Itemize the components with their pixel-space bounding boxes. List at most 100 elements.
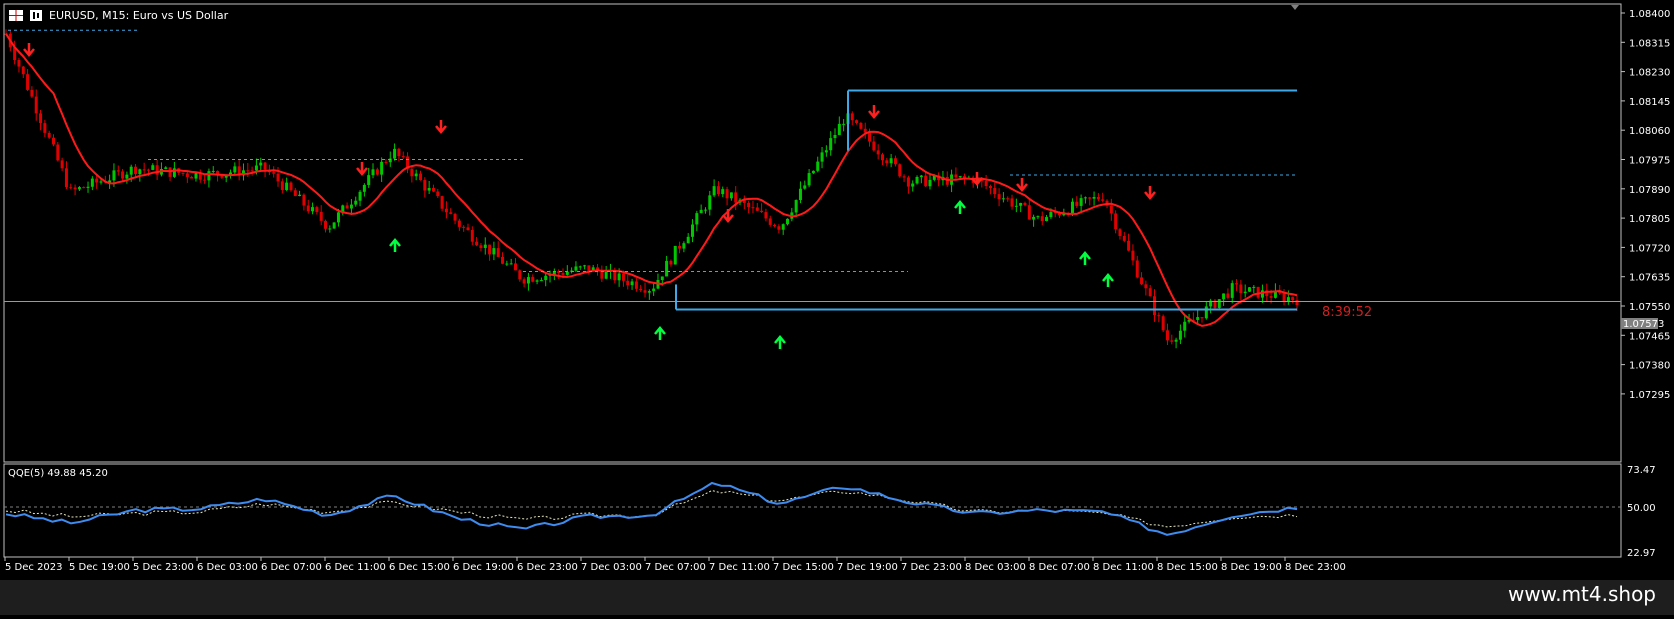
candle-body: [699, 209, 703, 214]
candle-body: [626, 280, 630, 286]
candle-body: [984, 180, 988, 187]
candle-body: [1096, 196, 1100, 200]
candle-body: [919, 175, 923, 178]
price-label: 1.07805: [1629, 214, 1670, 225]
candle-body: [203, 179, 207, 181]
candle-body: [708, 195, 712, 210]
candle-body: [440, 196, 444, 209]
candle-body: [95, 178, 99, 183]
candle-body: [820, 152, 824, 162]
price-label: 1.08400: [1629, 9, 1670, 20]
candle-body: [842, 123, 846, 125]
candle-body: [496, 248, 500, 257]
candle-body: [112, 170, 116, 181]
candle-body: [1183, 321, 1187, 331]
candle-body: [855, 120, 859, 123]
time-label: 8 Dec 03:00: [965, 562, 1026, 573]
candle-body: [285, 182, 289, 190]
candle-body: [634, 281, 638, 289]
candle-body: [682, 243, 686, 249]
candle-body: [513, 263, 517, 271]
candle-body: [531, 277, 535, 282]
time-label: 5 Dec 19:00: [69, 562, 130, 573]
candle-body: [466, 227, 470, 230]
candle-body: [1092, 196, 1096, 199]
candle-body: [1127, 240, 1131, 251]
time-label: 8 Dec 19:00: [1221, 562, 1282, 573]
candle-body: [1079, 198, 1083, 206]
candle-body: [1006, 198, 1010, 200]
chart-canvas[interactable]: 1.08400 1.08315 1.08230 1.08145 1.08060 1.079…: [0, 0, 1674, 615]
candle-body: [1070, 201, 1074, 215]
candle-body: [1045, 217, 1049, 222]
candle-body: [410, 168, 414, 177]
candle-body: [121, 171, 125, 179]
candle-body: [691, 224, 695, 237]
candle-body: [254, 165, 258, 171]
candle-body: [1157, 315, 1161, 317]
candle-body: [798, 188, 802, 201]
time-label: 7 Dec 19:00: [837, 562, 898, 573]
candle-body: [475, 241, 479, 246]
candle-body: [211, 170, 215, 172]
candle-body: [414, 173, 418, 177]
candle-body: [751, 207, 755, 209]
candle-body: [375, 169, 379, 175]
candle-body: [811, 170, 815, 174]
chart-type-icon[interactable]: [30, 10, 42, 21]
candle-body: [349, 204, 353, 209]
chart-grid-icon[interactable]: [9, 10, 23, 21]
candle-body: [803, 185, 807, 189]
candle-body: [17, 59, 21, 67]
candle-body: [1170, 340, 1174, 342]
candle-body: [483, 244, 487, 248]
candle-body: [129, 166, 133, 175]
candle-body: [26, 74, 30, 90]
chart-title: EURUSD, M15: Euro vs US Dollar: [49, 9, 229, 22]
candle-body: [280, 181, 284, 190]
price-label: 1.08315: [1629, 38, 1670, 49]
candle-body: [319, 211, 323, 221]
price-label: 1.07550: [1629, 302, 1670, 313]
candle-body: [358, 191, 362, 201]
candle-body: [777, 226, 781, 230]
candle-body: [293, 190, 297, 197]
bottom-bar: [0, 580, 1674, 615]
candle-body: [915, 177, 919, 184]
candle-body: [449, 212, 453, 214]
chart-header: EURUSD, M15: Euro vs US Dollar: [9, 9, 229, 22]
candle-body: [1239, 284, 1243, 294]
time-label: 8 Dec 23:00: [1285, 562, 1346, 573]
candle-body: [773, 224, 777, 227]
candle-body: [760, 210, 764, 213]
candle-body: [885, 160, 889, 164]
candle-body: [1196, 317, 1200, 320]
price-label: 1.07635: [1629, 273, 1670, 284]
candle-body: [621, 273, 625, 281]
candle-body: [1019, 202, 1023, 206]
candle-body: [1088, 197, 1092, 199]
current-price-label: 1.07573: [1623, 319, 1664, 330]
candle-body: [151, 165, 155, 170]
candle-body: [116, 170, 120, 172]
candle-body: [488, 244, 492, 255]
chart-window[interactable]: 1.08400 1.08315 1.08230 1.08145 1.08060 1.079…: [0, 0, 1674, 615]
candle-body: [872, 141, 876, 151]
price-label: 1.07295: [1629, 390, 1670, 401]
candle-body: [755, 207, 759, 211]
candle-body: [893, 158, 897, 165]
candle-body: [1161, 316, 1165, 331]
candle-body: [1032, 216, 1036, 220]
candle-body: [336, 212, 340, 223]
candle-body: [73, 187, 77, 190]
candle-body: [311, 207, 315, 212]
candle-body: [1291, 297, 1295, 301]
time-label: 7 Dec 15:00: [773, 562, 834, 573]
candle-body: [1131, 250, 1135, 261]
candle-body: [807, 173, 811, 186]
candle-body: [539, 280, 543, 282]
candle-body: [401, 156, 405, 158]
candle-body: [518, 270, 522, 280]
candle-body: [898, 164, 902, 177]
candle-body: [43, 123, 47, 133]
